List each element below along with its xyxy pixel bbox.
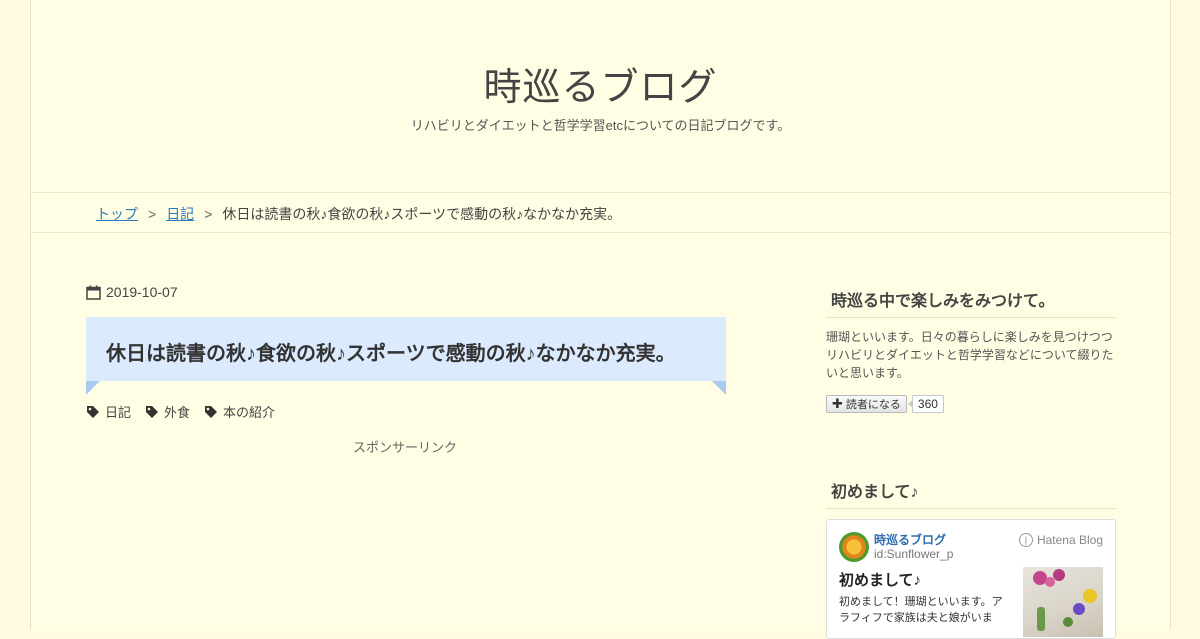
blog-embed-card[interactable]: 時巡るブログ id:Sunflower_p | Hatena Blog 初めまし… [826, 519, 1116, 639]
breadcrumb-current: 休日は読書の秋♪食欲の秋♪スポーツで感動の秋♪なかなか充実。 [222, 206, 622, 222]
subscribe-button-label: 読者になる [845, 399, 901, 411]
calendar-icon [86, 285, 101, 300]
blog-title[interactable]: 時巡るブログ [31, 56, 1170, 111]
title-ribbon-left [86, 381, 100, 395]
embed-entry-title[interactable]: 初めまして♪ [839, 569, 921, 590]
subscribe-row: ✚ 読者になる 360 [826, 395, 944, 413]
plus-icon: ✚ [832, 396, 843, 411]
hatena-logo-icon: | [1018, 533, 1033, 547]
entry-categories: 日記 外食 本の紹介 [86, 402, 289, 421]
category-tag[interactable]: 外食 [145, 402, 190, 421]
sidebar-intro-title: 初めまして♪ [826, 478, 1116, 509]
breadcrumb-separator: > [204, 206, 213, 222]
sponsor-label: スポンサーリンク [353, 440, 458, 455]
page-container: 時巡るブログ リハビリとダイエットと哲学学習etcについての日記ブログです。 ト… [30, 0, 1171, 639]
category-label: 本の紹介 [223, 405, 276, 420]
breadcrumb-separator: > [148, 206, 157, 222]
entry-title[interactable]: 休日は読書の秋♪食欲の秋♪スポーツで感動の秋♪なかなか充実。 [106, 337, 676, 366]
blog-description: リハビリとダイエットと哲学学習etcについての日記ブログです。 [410, 118, 791, 133]
embed-excerpt: 初めまして！珊瑚といいます。アラフィフで家族は夫と娘がいま [839, 596, 1003, 624]
sidebar-about-text: 珊瑚といいます。日々の暮らしに楽しみを見つけつつリハビリとダイエットと哲学学習な… [826, 330, 1114, 380]
embed-thumbnail[interactable] [1023, 567, 1103, 637]
entry-date-text: 2019-10-07 [106, 284, 178, 300]
category-label: 日記 [105, 405, 132, 420]
entry-date[interactable]: 2019-10-07 [86, 284, 178, 300]
breadcrumb-home-link[interactable]: トップ [96, 206, 138, 222]
embed-blog-name[interactable]: 時巡るブログ [874, 531, 946, 548]
embed-user-id: id:Sunflower_p [874, 547, 954, 561]
category-tag[interactable]: 日記 [86, 402, 131, 421]
hatena-blog-logo[interactable]: | Hatena Blog [1018, 533, 1103, 547]
subscribe-button[interactable]: ✚ 読者になる [826, 395, 907, 413]
tag-icon [205, 405, 218, 418]
category-label: 外食 [164, 405, 191, 420]
tag-icon [87, 405, 99, 418]
reader-count[interactable]: 360 [907, 395, 944, 413]
avatar[interactable] [839, 532, 869, 562]
category-tag[interactable]: 本の紹介 [204, 402, 275, 421]
hatena-logo-text: Hatena Blog [1036, 533, 1103, 547]
breadcrumb: トップ > 日記 > 休日は読書の秋♪食欲の秋♪スポーツで感動の秋♪なかなか充実。 [96, 204, 621, 224]
breadcrumb-category-link[interactable]: 日記 [166, 206, 194, 222]
title-ribbon-right [712, 381, 726, 395]
sidebar-about-title: 時巡る中で楽しみをみつけて。 [826, 287, 1116, 318]
entry-title-box: 休日は読書の秋♪食欲の秋♪スポーツで感動の秋♪なかなか充実。 [86, 317, 726, 381]
tag-icon [146, 405, 159, 418]
breadcrumb-bar: トップ > 日記 > 休日は読書の秋♪食欲の秋♪スポーツで感動の秋♪なかなか充実。 [31, 192, 1170, 233]
